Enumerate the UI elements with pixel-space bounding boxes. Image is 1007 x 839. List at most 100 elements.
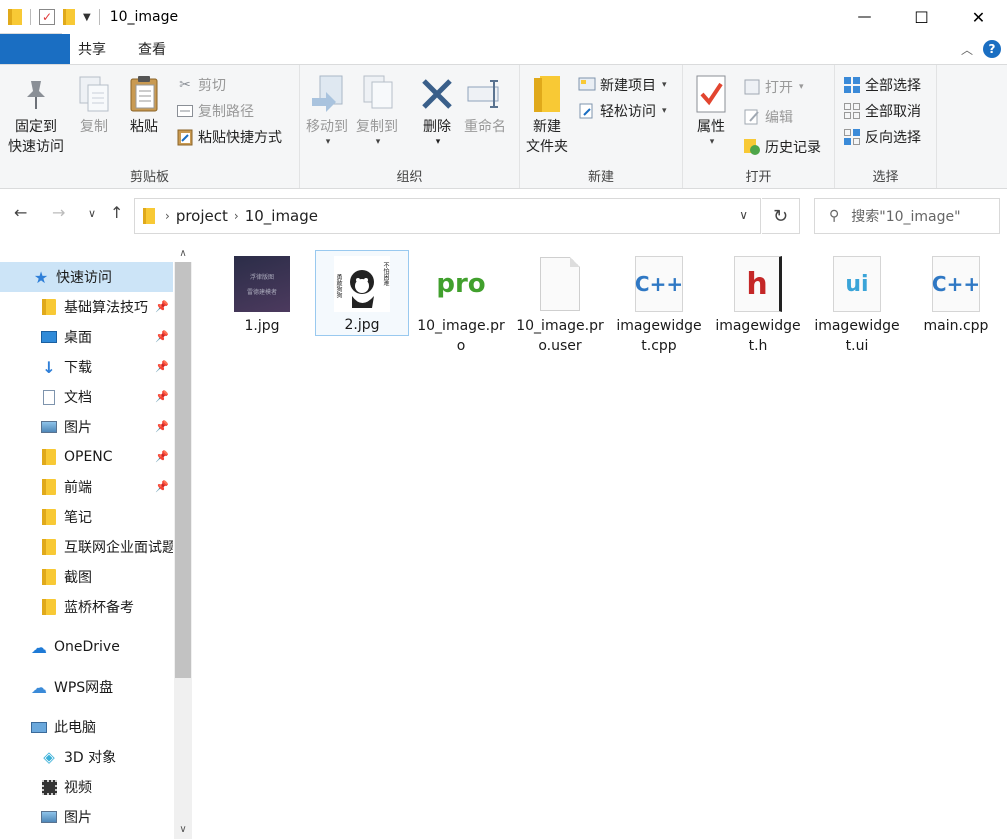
folder-icon [42,299,56,315]
open-button[interactable]: 打开 ▾ [743,75,804,99]
copy-to-dropdown-icon: ▾ [375,137,381,147]
breadcrumb-separator-icon-2[interactable]: › [234,209,239,223]
file-item[interactable]: 10_image.pro.user [513,250,607,356]
sidebar-item-pictures[interactable]: 图片 📌 [0,412,173,442]
pin-icon[interactable]: 📌 [155,360,169,373]
sidebar-item-desktop[interactable]: 桌面 📌 [0,322,173,352]
sidebar-item-interview[interactable]: 互联网企业面试题 [0,532,173,562]
recent-locations-chevron-icon[interactable]: ∨ [88,207,96,220]
breadcrumb-10-image[interactable]: 10_image [245,207,318,225]
pin-icon[interactable]: 📌 [155,450,169,463]
document-icon [40,388,58,406]
help-icon[interactable]: ? [983,40,1001,58]
paste-shortcut-icon [176,128,194,146]
history-button[interactable]: 历史记录 [743,135,821,159]
sidebar-item-downloads[interactable]: ↓ 下载 📌 [0,352,173,382]
dog-cartoon-icon [350,270,374,308]
cpp-file-icon: C++ [631,254,687,314]
group-label-clipboard: 剪贴板 [129,170,169,185]
pin-icon[interactable]: 📌 [155,390,169,403]
breadcrumb-project[interactable]: project [176,207,228,225]
select-all-button[interactable]: 全部选择 [843,73,921,97]
new-folder-button[interactable]: 新建 文件夹 [526,73,568,157]
rename-button[interactable]: 重命名 [464,73,506,137]
sidebar-item-algorithm[interactable]: 基础算法技巧 📌 [0,292,173,322]
file-name: imagewidget.h [715,318,801,354]
move-to-dropdown-icon: ▾ [325,137,331,147]
sidebar-item-openc[interactable]: OPENC 📌 [0,442,173,472]
group-clipboard: 固定到 快速访问 复制 粘贴 ✂ 剪切 复制路径 粘贴快捷方式 剪贴板 [0,65,300,188]
pin-icon[interactable]: 📌 [155,420,169,433]
sidebar-item-quick-access[interactable]: ★ 快速访问 [0,262,173,292]
folder-icon[interactable] [8,9,22,25]
close-button[interactable]: ✕ [950,0,1007,34]
back-arrow-icon[interactable]: ← [14,203,27,222]
sidebar-item-frontend[interactable]: 前端 📌 [0,472,173,502]
file-item[interactable]: pro 10_image.pro [414,250,508,356]
select-none-button[interactable]: 全部取消 [843,99,921,123]
breadcrumb-separator-icon[interactable]: › [165,209,170,223]
sidebar-item-onedrive[interactable]: ☁ OneDrive [0,632,173,662]
image-thumbnail: 浮律版图 雷德建模者 [234,254,290,314]
address-box[interactable]: › project › 10_image ∨ [134,198,761,234]
minimize-button[interactable]: — [836,0,893,34]
tab-view[interactable]: 查看 [122,34,182,64]
move-to-button[interactable]: 移动到 ▾ [306,73,348,147]
sidebar-item-wps[interactable]: ☁ WPS网盘 [0,672,173,702]
sidebar-item-videos[interactable]: 视频 [0,772,173,802]
new-folder-icon[interactable] [63,9,75,25]
refresh-button[interactable]: ↻ [762,198,800,234]
star-icon: ★ [33,267,49,287]
easy-access-button[interactable]: 轻松访问 ▾ [578,99,667,123]
copy-path-button[interactable]: 复制路径 [176,99,254,123]
collapse-ribbon-icon[interactable]: ︿ [961,41,973,58]
address-dropdown-icon[interactable]: ∨ [739,208,748,222]
sidebar-item-screenshots[interactable]: 截图 [0,562,173,592]
file-item[interactable]: ui imagewidget.ui [810,250,904,356]
scroll-down-icon[interactable]: ∨ [174,824,192,835]
copy-button[interactable]: 复制 [78,73,110,137]
forward-arrow-icon[interactable]: → [52,203,65,222]
pin-icon[interactable]: 📌 [155,300,169,313]
quick-access-dropdown-icon[interactable]: ▼ [83,12,91,23]
search-box[interactable]: ⚲ 搜索"10_image" [814,198,1000,234]
paste-shortcut-button[interactable]: 粘贴快捷方式 [176,125,282,149]
easy-access-icon [578,102,596,120]
cut-button[interactable]: ✂ 剪切 [176,73,226,97]
properties-check-icon[interactable]: ✓ [39,9,55,25]
file-item[interactable]: 浮律版图 雷德建模者 1.jpg [215,250,309,356]
pin-icon[interactable]: 📌 [155,330,169,343]
up-arrow-icon[interactable]: ↑ [110,203,123,222]
delete-button[interactable]: 删除 ▾ [420,73,454,147]
history-icon [743,138,761,156]
sidebar-item-this-pc[interactable]: 此电脑 [0,712,173,742]
search-icon: ⚲ [829,208,840,224]
open-icon [743,78,761,96]
new-item-button[interactable]: 新建项目 ▾ [578,73,667,97]
file-name: main.cpp [923,318,989,334]
sidebar-item-notes[interactable]: 笔记 [0,502,173,532]
sidebar-item-lanqiao[interactable]: 蓝桥杯备考 [0,592,173,622]
file-item-selected[interactable]: 勇敢狗狗 不怕困难 2.jpg [315,250,409,336]
invert-selection-button[interactable]: 反向选择 [843,125,921,149]
tab-share[interactable]: 共享 [62,34,122,64]
file-item[interactable]: C++ main.cpp [909,250,1003,356]
scroll-up-icon[interactable]: ∧ [174,248,192,259]
scrollbar-thumb[interactable] [175,262,191,678]
file-name: imagewidget.cpp [616,318,702,354]
pin-icon[interactable]: 📌 [155,480,169,493]
maximize-button[interactable]: ☐ [893,0,950,34]
group-organize: 移动到 ▾ 复制到 ▾ 删除 ▾ 重命名 组织 [300,65,520,188]
sidebar-item-pc-pictures[interactable]: 图片 [0,802,173,832]
sidebar-scrollbar[interactable]: ∧ ∨ [174,248,192,839]
edit-button[interactable]: 编辑 [743,105,793,129]
sidebar-item-documents[interactable]: 文档 📌 [0,382,173,412]
sidebar-item-3d-objects[interactable]: ◈ 3D 对象 [0,742,173,772]
refresh-icon: ↻ [772,205,789,227]
properties-button[interactable]: 属性 ▾ [695,73,727,147]
copy-to-button[interactable]: 复制到 ▾ [356,73,398,147]
pin-quick-access-button[interactable]: 固定到 快速访问 [8,73,64,157]
file-item[interactable]: h imagewidget.h [711,250,805,356]
paste-button[interactable]: 粘贴 [128,73,160,137]
file-item[interactable]: C++ imagewidget.cpp [612,250,706,356]
